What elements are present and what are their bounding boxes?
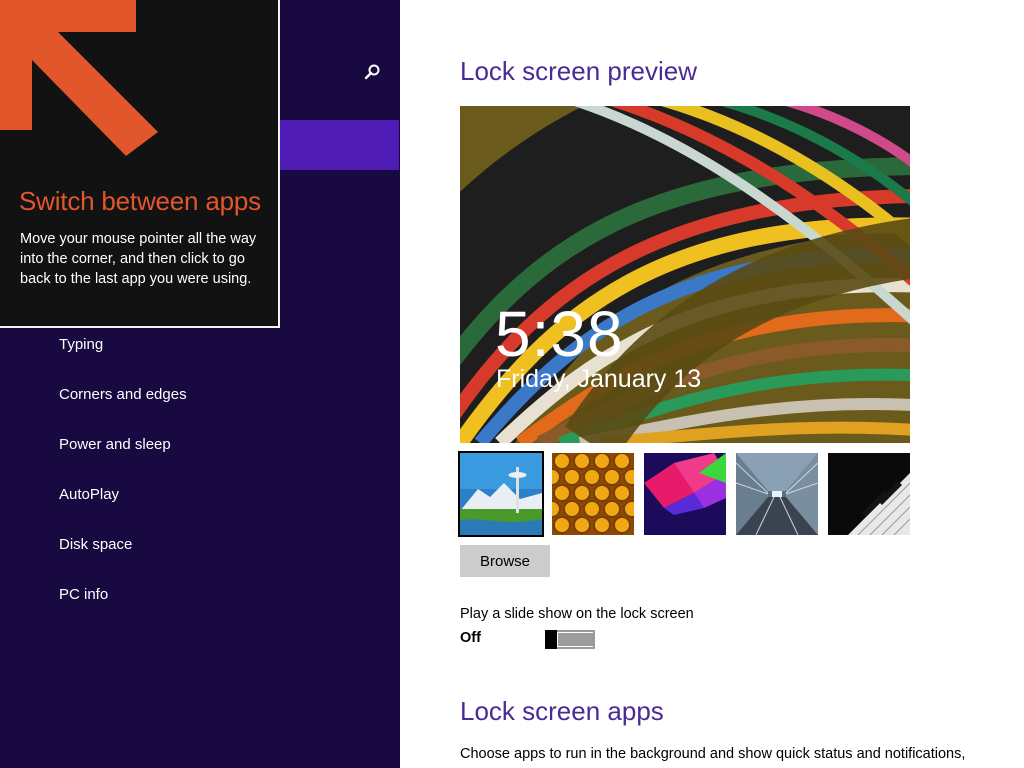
preview-time: 5:38 — [495, 298, 624, 370]
preview-date: Friday, January 13 — [496, 365, 702, 393]
slideshow-label: Play a slide show on the lock screen — [460, 606, 694, 622]
toggle-thumb[interactable] — [545, 630, 557, 649]
sidebar-item-autoplay[interactable]: AutoPlay — [59, 483, 119, 507]
browse-button[interactable]: Browse — [460, 545, 550, 577]
abstract-shapes-thumbnail[interactable] — [644, 453, 726, 535]
sidebar-item-corners-and-edges[interactable]: Corners and edges — [59, 383, 187, 407]
toggle-track — [558, 633, 593, 646]
honeycomb-thumbnail[interactable] — [552, 453, 634, 535]
slideshow-toggle-state: Off — [460, 630, 481, 646]
tip-body: Move your mouse pointer all the way into… — [20, 231, 257, 287]
lock-screen-apps-description: Choose apps to run in the background and… — [460, 746, 966, 762]
tunnel-thumbnail[interactable] — [736, 453, 818, 535]
search-button[interactable] — [360, 60, 384, 84]
piano-keys-thumbnail[interactable] — [828, 453, 910, 535]
slideshow-toggle[interactable] — [545, 630, 595, 649]
arrow-up-left-icon — [0, 0, 158, 156]
search-icon — [364, 64, 380, 80]
sidebar-item-power-and-sleep[interactable]: Power and sleep — [59, 433, 171, 457]
lock-screen-apps-heading: Lock screen apps — [460, 696, 664, 726]
space-needle-thumbnail[interactable] — [458, 451, 544, 537]
tip-title: Switch between apps — [19, 186, 261, 216]
sidebar-item-pc-info[interactable]: PC info — [59, 583, 108, 607]
sidebar-selected-item[interactable] — [278, 120, 399, 170]
tutorial-tip: Switch between apps Move your mouse poin… — [0, 0, 280, 328]
lock-screen-preview-heading: Lock screen preview — [460, 56, 697, 86]
sidebar-item-typing[interactable]: Typing — [59, 333, 103, 357]
sidebar-item-disk-space[interactable]: Disk space — [59, 533, 132, 557]
